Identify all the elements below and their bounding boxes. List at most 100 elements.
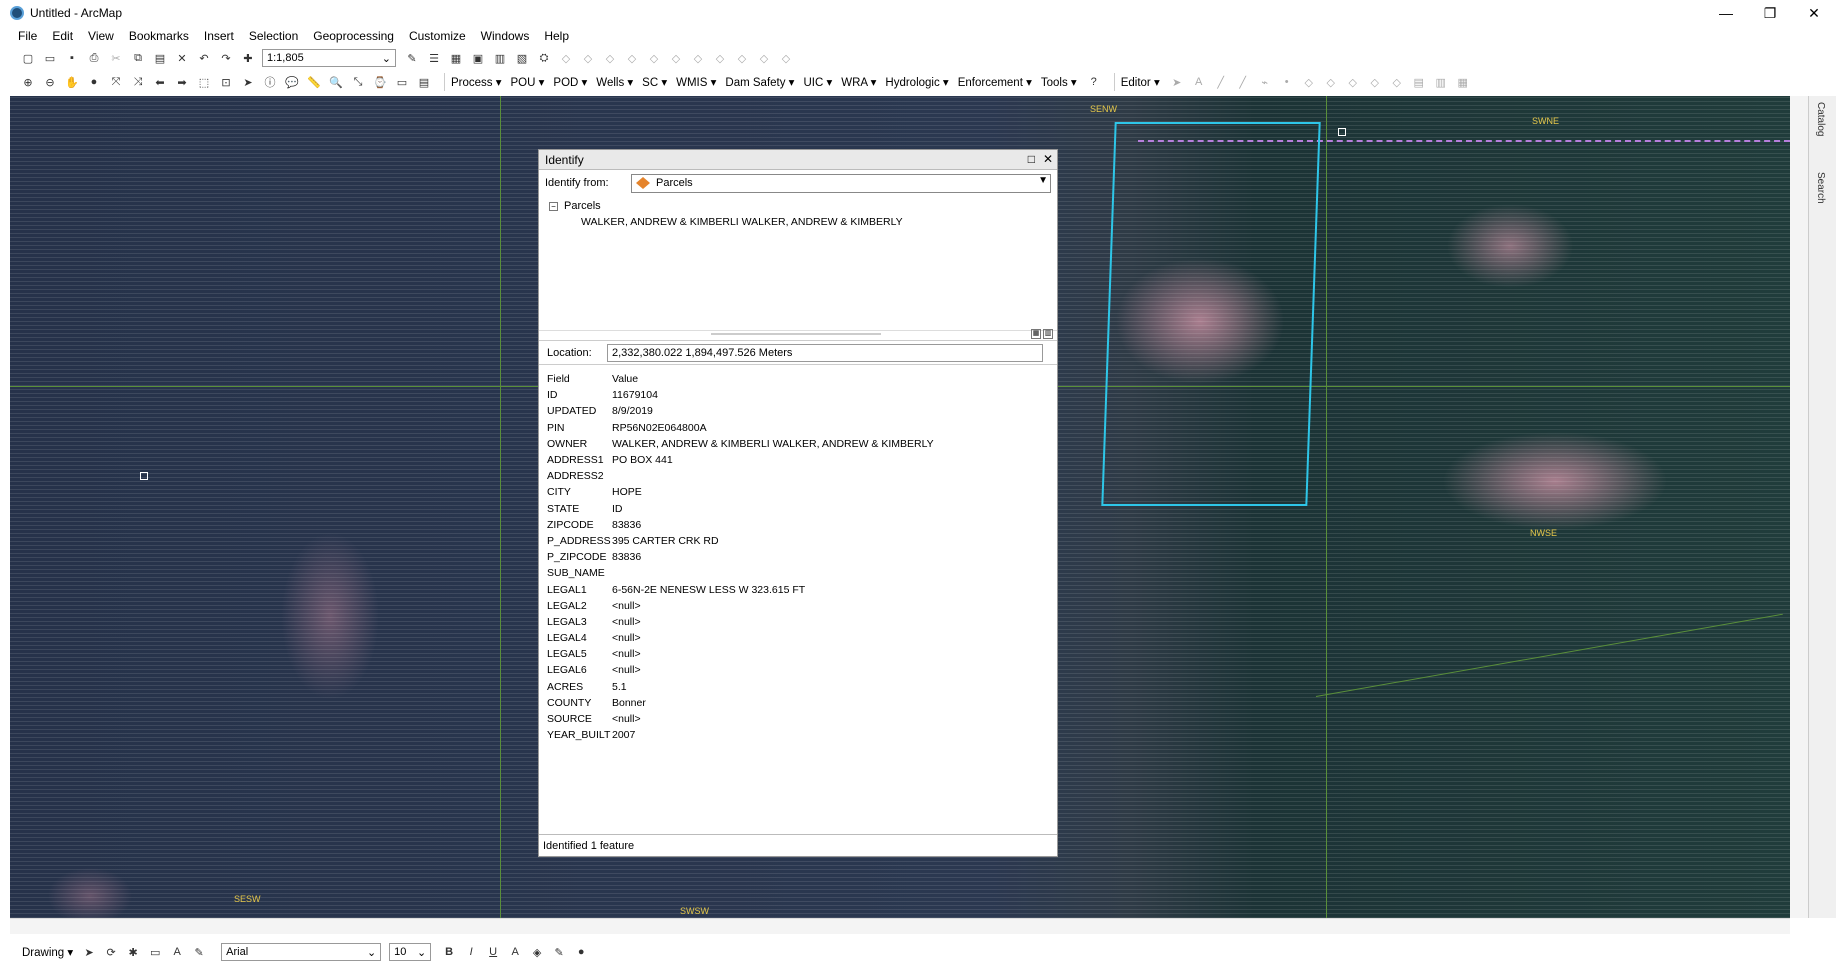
tool-icon[interactable]: ◇ [646,50,662,66]
dam-safety-menu[interactable]: Dam Safety ▾ [725,75,794,89]
help-icon[interactable]: ? [1086,74,1102,90]
menu-view[interactable]: View [88,29,114,43]
attribute-row[interactable]: CITY HOPE [547,484,1049,500]
bold-icon[interactable]: B [441,944,457,960]
catalog-tab[interactable]: Catalog [1815,102,1826,136]
attribute-row[interactable]: YEAR_BUILT 2007 [547,727,1049,743]
go-to-xy-icon[interactable]: ⤡ [350,74,366,90]
menu-bookmarks[interactable]: Bookmarks [129,29,189,43]
tool-icon[interactable]: ◇ [690,50,706,66]
menu-windows[interactable]: Windows [481,29,530,43]
copy-icon[interactable]: ⧉ [130,50,146,66]
minimize-button[interactable]: — [1704,0,1748,26]
measure-icon[interactable]: 📏 [306,74,322,90]
undo-icon[interactable]: ↶ [196,50,212,66]
new-icon[interactable]: ▢ [20,50,36,66]
clear-selection-icon[interactable]: ⊡ [218,74,234,90]
font-color-icon[interactable]: A [507,944,523,960]
collapse-icon[interactable]: − [549,201,558,211]
select-elements-icon[interactable]: ➤ [81,944,97,960]
full-extent-icon[interactable]: ● [86,74,102,90]
attribute-row[interactable]: LEGAL2 <null> [547,598,1049,614]
catalog-window-icon[interactable]: ▦ [448,50,464,66]
tool-icon[interactable]: ◇ [580,50,596,66]
attribute-row[interactable]: LEGAL6 <null> [547,662,1049,678]
python-window-icon[interactable]: ▧ [514,50,530,66]
layout-icon[interactable]: ▦ [1031,329,1041,339]
tool-icon[interactable]: ◇ [778,50,794,66]
splitter-grip[interactable] [711,333,881,335]
attribute-row[interactable]: UPDATED 8/9/2019 [547,403,1049,419]
attribute-row[interactable]: OWNER WALKER, ANDREW & KIMBERLI WALKER, A… [547,436,1049,452]
edit-tool-icon[interactable]: ➤ [1169,74,1185,90]
menu-insert[interactable]: Insert [204,29,234,43]
open-icon[interactable]: ▭ [42,50,58,66]
arctoolbox-icon[interactable]: ▥ [492,50,508,66]
fixed-zoom-in-icon[interactable]: ⤧ [108,74,124,90]
tool-icon[interactable]: ◇ [624,50,640,66]
menu-help[interactable]: Help [544,29,569,43]
rotate-icon[interactable]: ◇ [1389,74,1405,90]
tool-icon[interactable]: ◇ [734,50,750,66]
attribute-row[interactable]: ACRES 5.1 [547,679,1049,695]
cut-polygons-icon[interactable]: ◇ [1345,74,1361,90]
attribute-row[interactable]: ID 11679104 [547,387,1049,403]
attribute-row[interactable]: ZIPCODE 83836 [547,517,1049,533]
restore-button[interactable]: ❐ [1748,0,1792,26]
split-icon[interactable]: ◇ [1367,74,1383,90]
attribute-row[interactable]: SOURCE <null> [547,711,1049,727]
topology-icon[interactable]: ◇ [558,50,574,66]
tools-menu[interactable]: Tools ▾ [1041,75,1077,89]
wra-menu[interactable]: WRA ▾ [841,75,876,89]
attribute-row[interactable]: ADDRESS2 [547,468,1049,484]
add-data-icon[interactable]: ✚ [240,50,256,66]
zoom-in-icon[interactable]: ⊕ [20,74,36,90]
forward-arrow-icon[interactable]: ➡ [174,74,190,90]
layout-icon[interactable]: ▥ [1043,329,1053,339]
identify-from-select[interactable]: Parcels ▼ [631,173,1051,193]
find-icon[interactable]: 🔍 [328,74,344,90]
attribute-row[interactable]: COUNTY Bonner [547,695,1049,711]
rectangle-icon[interactable]: ▭ [147,944,163,960]
tool-icon[interactable]: ◇ [712,50,728,66]
line-color-icon[interactable]: ✎ [551,944,567,960]
enforcement-menu[interactable]: Enforcement ▾ [958,75,1032,89]
fixed-zoom-out-icon[interactable]: ⤨ [130,74,146,90]
attribute-row[interactable]: STATE ID [547,501,1049,517]
pou-menu[interactable]: POU ▾ [511,75,545,89]
attribute-row[interactable]: LEGAL1 6-56N-2E NENESW LESS W 323.615 FT [547,581,1049,597]
font-size-select[interactable]: 10 ⌄ [389,943,432,961]
create-features-icon[interactable]: ▦ [1455,74,1471,90]
map-horizontal-scrollbar[interactable] [10,918,1790,934]
pod-menu[interactable]: POD ▾ [553,75,587,89]
model-builder-icon[interactable]: ⛭ [536,50,552,66]
html-popup-icon[interactable]: 💬 [284,74,300,90]
maximize-icon[interactable]: □ [1028,152,1035,166]
viewer-icon[interactable]: ▭ [394,74,410,90]
text-icon[interactable]: A [169,944,185,960]
wmis-menu[interactable]: WMIS ▾ [676,75,716,89]
attribute-row[interactable]: P_ADDRESS 395 CARTER CRK RD [547,533,1049,549]
attribute-row[interactable]: PIN RP56N02E064800A [547,420,1049,436]
point-icon[interactable]: • [1279,74,1295,90]
edit-vertices-icon[interactable]: ◇ [1301,74,1317,90]
close-icon[interactable]: ✕ [1043,152,1053,166]
search-tab[interactable]: Search [1815,172,1826,204]
italic-icon[interactable]: I [463,944,479,960]
tool-icon[interactable]: ◇ [668,50,684,66]
table-icon[interactable]: ▤ [416,74,432,90]
map-vertical-scrollbar[interactable] [1790,96,1808,918]
hydrologic-menu[interactable]: Hydrologic ▾ [885,75,948,89]
table-of-contents-icon[interactable]: ☰ [426,50,442,66]
save-icon[interactable]: ▪ [64,50,80,66]
process-menu[interactable]: Process ▾ [451,75,502,89]
time-slider-icon[interactable]: ⌚ [372,74,388,90]
pan-icon[interactable]: ✋ [64,74,80,90]
pane-splitter[interactable]: ▦ ▥ [539,329,1057,340]
wells-menu[interactable]: Wells ▾ [596,75,633,89]
sketch-properties-icon[interactable]: ▥ [1433,74,1449,90]
paste-icon[interactable]: ▤ [152,50,168,66]
attributes-icon[interactable]: ▤ [1411,74,1427,90]
select-elements-icon[interactable]: ➤ [240,74,256,90]
print-icon[interactable]: ⎙ [86,50,102,66]
